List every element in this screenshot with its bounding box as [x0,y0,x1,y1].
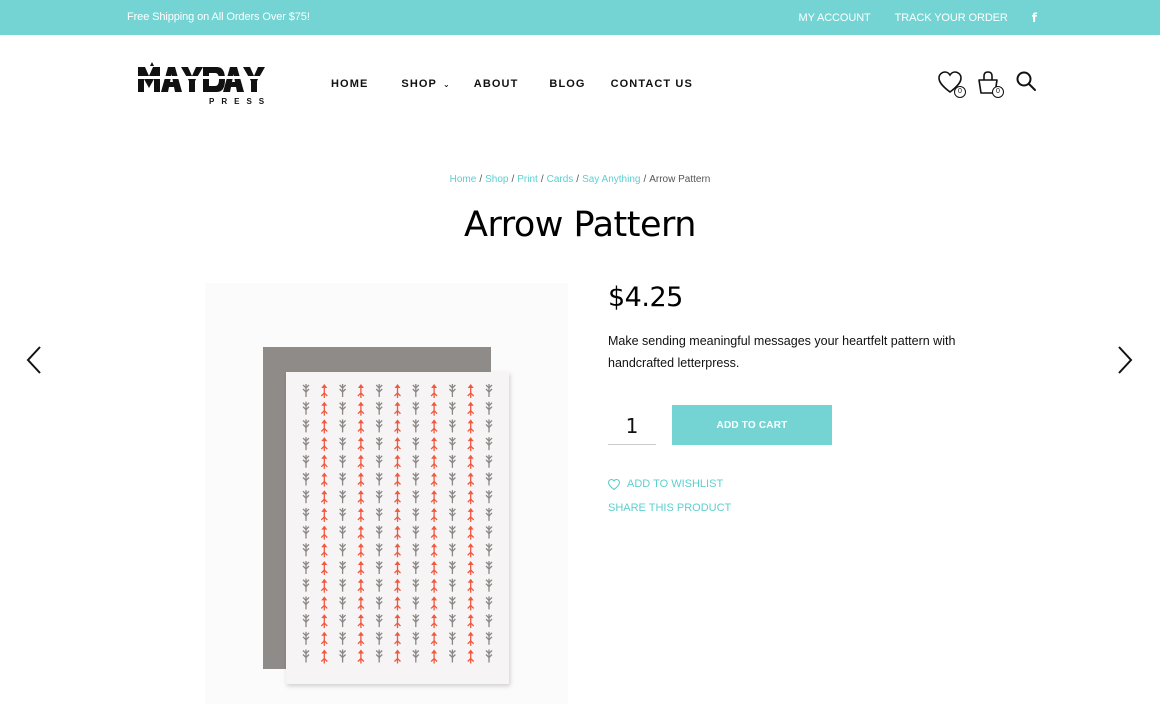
breadcrumb-home[interactable]: Home [450,174,477,185]
nav-about-label: ABOUT [473,78,519,90]
breadcrumb: Home / Shop / Print / Cards / Say Anything / Arrow… [0,174,1160,185]
nav-contact[interactable]: CONTACT US [611,78,693,90]
topbar-links: MY ACCOUNT TRACK YOUR ORDER f [799,11,1037,25]
nav-contact-label: CONTACT US [610,78,693,90]
shipping-promo-text: Free Shipping on All Orders Over $75! [127,11,310,23]
header-icons: 0 0 [938,70,1037,98]
heart-icon [608,478,620,490]
breadcrumb-separator: / [479,174,483,185]
product-description: Make sending meaningful messages your he… [608,334,956,370]
top-announcement-bar: Free Shipping on All Orders Over $75! MY… [0,0,1160,35]
chevron-down-icon: ⌄ [442,79,451,89]
breadcrumb-separator: / [540,174,544,185]
site-logo[interactable]: PRESS [137,62,277,106]
wishlist-button[interactable]: 0 [938,70,966,98]
add-to-cart-button[interactable]: ADD TO CART [672,405,832,445]
quantity-input[interactable] [608,407,656,445]
arrow-pattern-card-illustration [263,347,509,684]
breadcrumb-separator: / [576,174,580,185]
chevron-left-icon [26,346,41,374]
cart-count-badge: 0 [992,86,1004,98]
share-product-link[interactable]: SHARE THIS PRODUCT [608,502,731,514]
product-image[interactable] [205,283,568,704]
breadcrumb-separator: / [643,174,647,185]
product-price: $4.25 [608,282,683,313]
breadcrumb-shop[interactable]: Shop [485,174,508,185]
search-icon [1016,71,1036,91]
main-navigation: HOME SHOP ⌄ ABOUT BLOG CONTACT US [331,78,726,90]
breadcrumb-say-anything[interactable]: Say Anything [582,174,640,185]
my-account-link[interactable]: MY ACCOUNT [799,12,871,24]
nav-shop-label: SHOP [401,78,437,90]
add-to-wishlist-link[interactable]: ADD TO WISHLIST [608,478,723,490]
facebook-icon[interactable]: f [1032,11,1037,25]
nav-home[interactable]: HOME [331,78,368,90]
add-to-wishlist-label: ADD TO WISHLIST [627,478,724,490]
previous-product-button[interactable] [24,345,44,375]
nav-blog-label: BLOG [549,78,586,90]
search-button[interactable] [1015,70,1037,92]
nav-about[interactable]: ABOUT [474,78,519,90]
logo-press-text: PRESS [209,97,271,106]
breadcrumb-cards[interactable]: Cards [547,174,574,185]
track-order-link[interactable]: TRACK YOUR ORDER [895,12,1008,24]
breadcrumb-separator: / [511,174,515,185]
breadcrumb-print[interactable]: Print [517,174,538,185]
nav-blog[interactable]: BLOG [549,78,585,90]
wishlist-count-badge: 0 [954,86,966,98]
nav-home-label: HOME [331,78,369,90]
chevron-right-icon [1118,346,1133,374]
nav-shop[interactable]: SHOP ⌄ [401,78,450,90]
next-product-button[interactable] [1115,345,1135,375]
breadcrumb-current: Arrow Pattern [649,174,711,185]
cart-button[interactable]: 0 [976,70,1004,98]
product-title: Arrow Pattern [464,205,696,245]
